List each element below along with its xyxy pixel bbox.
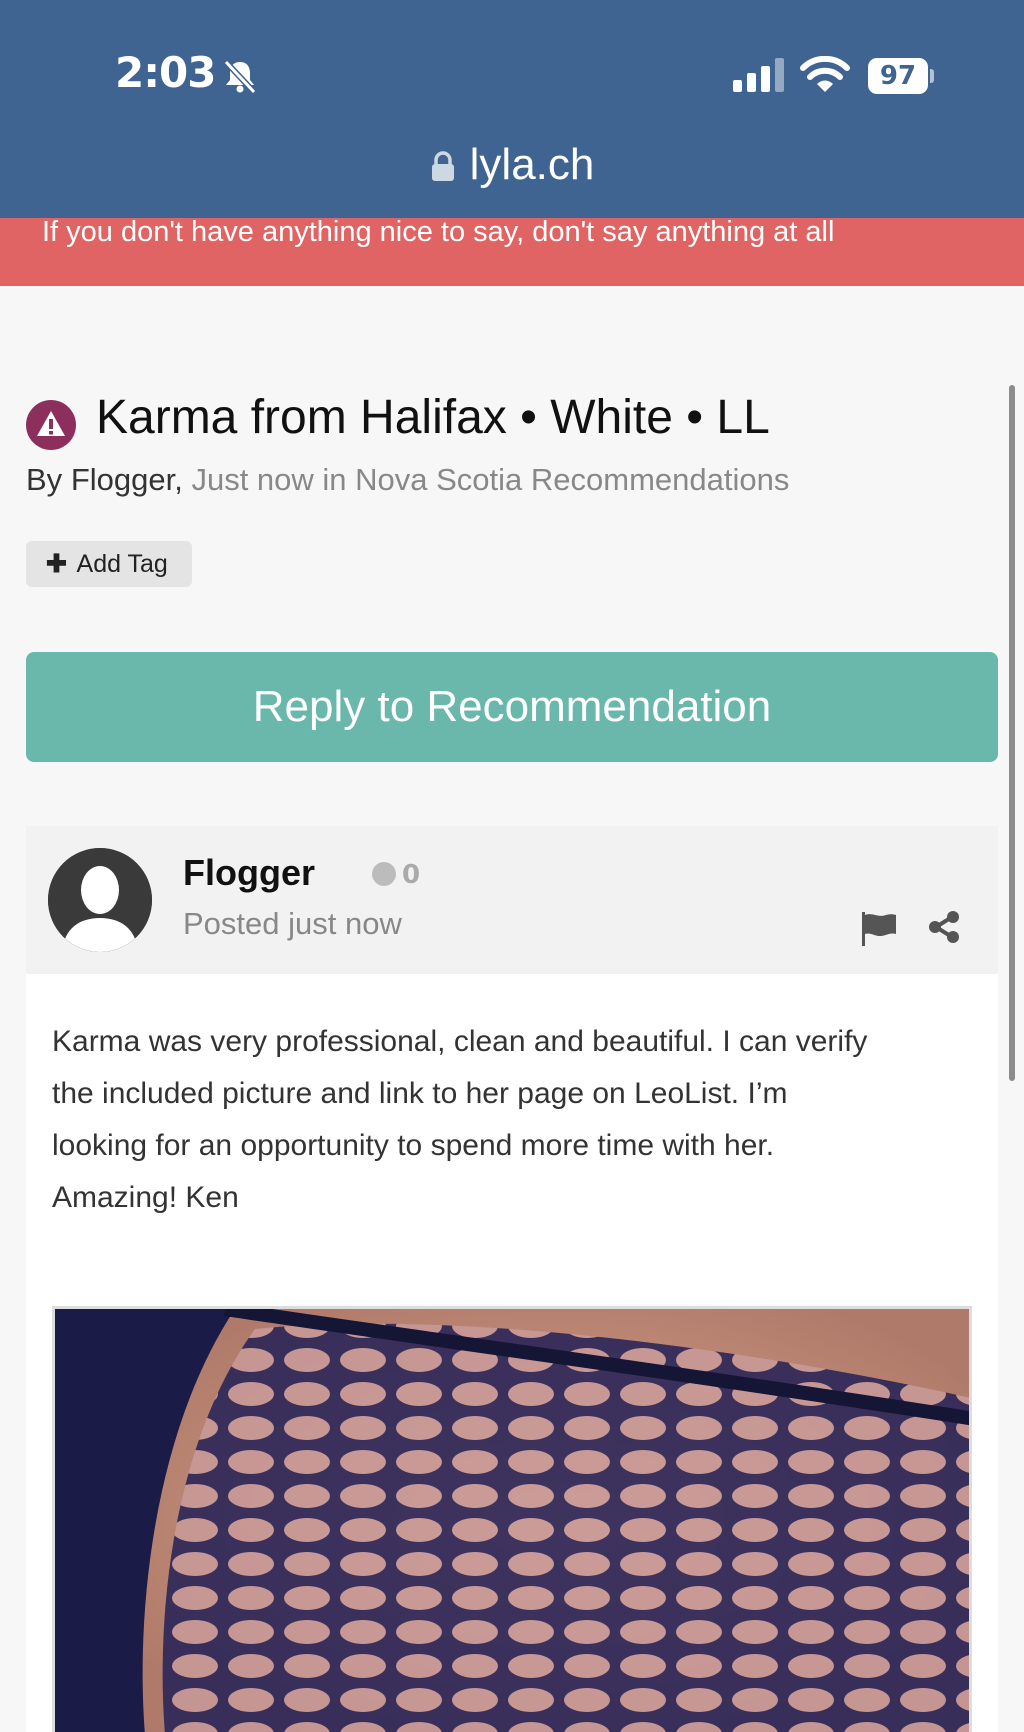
status-time: 2:03: [115, 48, 216, 97]
post-line: the included picture and link to her pag…: [52, 1077, 788, 1110]
cellular-signal-icon: [733, 58, 784, 92]
wifi-icon: [800, 56, 850, 92]
bell-slash-icon: [223, 59, 257, 94]
post-attached-image[interactable]: [52, 1306, 972, 1732]
reply-to-recommendation-button[interactable]: Reply to Recommendation: [26, 652, 998, 762]
warning-icon: [26, 400, 76, 450]
lock-icon: [431, 151, 454, 181]
flag-icon[interactable]: [860, 912, 898, 946]
post-line: Amazing! Ken: [52, 1181, 239, 1214]
post-body: Karma was very professional, clean and b…: [26, 974, 998, 1732]
post-line: looking for an opportunity to spend more…: [52, 1129, 775, 1162]
page-scrollbar[interactable]: [1009, 385, 1015, 1081]
topic-meta[interactable]: Just now in Nova Scotia Recommendations: [191, 462, 789, 497]
share-icon[interactable]: [928, 910, 960, 944]
author-link[interactable]: Flogger,: [71, 462, 183, 497]
reputation-dot-icon: [372, 862, 396, 886]
attached-photo: [55, 1309, 969, 1732]
post-line: Karma was very professional, clean and b…: [52, 1025, 868, 1058]
avatar[interactable]: [48, 848, 152, 952]
add-tag-label: Add Tag: [76, 550, 168, 578]
battery-icon: 97: [868, 58, 934, 94]
post-header: Flogger 0 Posted just now: [26, 826, 998, 974]
post-author-name[interactable]: Flogger: [183, 852, 315, 894]
plus-icon: ✚: [46, 550, 67, 578]
browser-top-bar: 2:03 97 lyla.ch: [0, 0, 1024, 218]
default-avatar-icon: [48, 848, 152, 952]
battery-level: 97: [868, 58, 928, 94]
by-label: By: [26, 462, 63, 497]
post-timestamp[interactable]: Posted just now: [183, 906, 402, 942]
topic-byline: By Flogger, Just now in Nova Scotia Reco…: [26, 462, 789, 498]
url-text: lyla.ch: [469, 140, 595, 189]
add-tag-button[interactable]: ✚ Add Tag: [26, 541, 192, 587]
topic-header: Karma from Halifax • White • LL: [26, 390, 986, 450]
banner-text: If you don't have anything nice to say, …: [42, 218, 835, 248]
reputation-count: 0: [402, 860, 421, 890]
address-bar[interactable]: lyla.ch: [0, 140, 1024, 190]
announcement-banner: If you don't have anything nice to say, …: [0, 218, 1024, 286]
post-content: Karma was very professional, clean and b…: [52, 1016, 972, 1224]
page-title: Karma from Halifax • White • LL: [96, 391, 770, 444]
